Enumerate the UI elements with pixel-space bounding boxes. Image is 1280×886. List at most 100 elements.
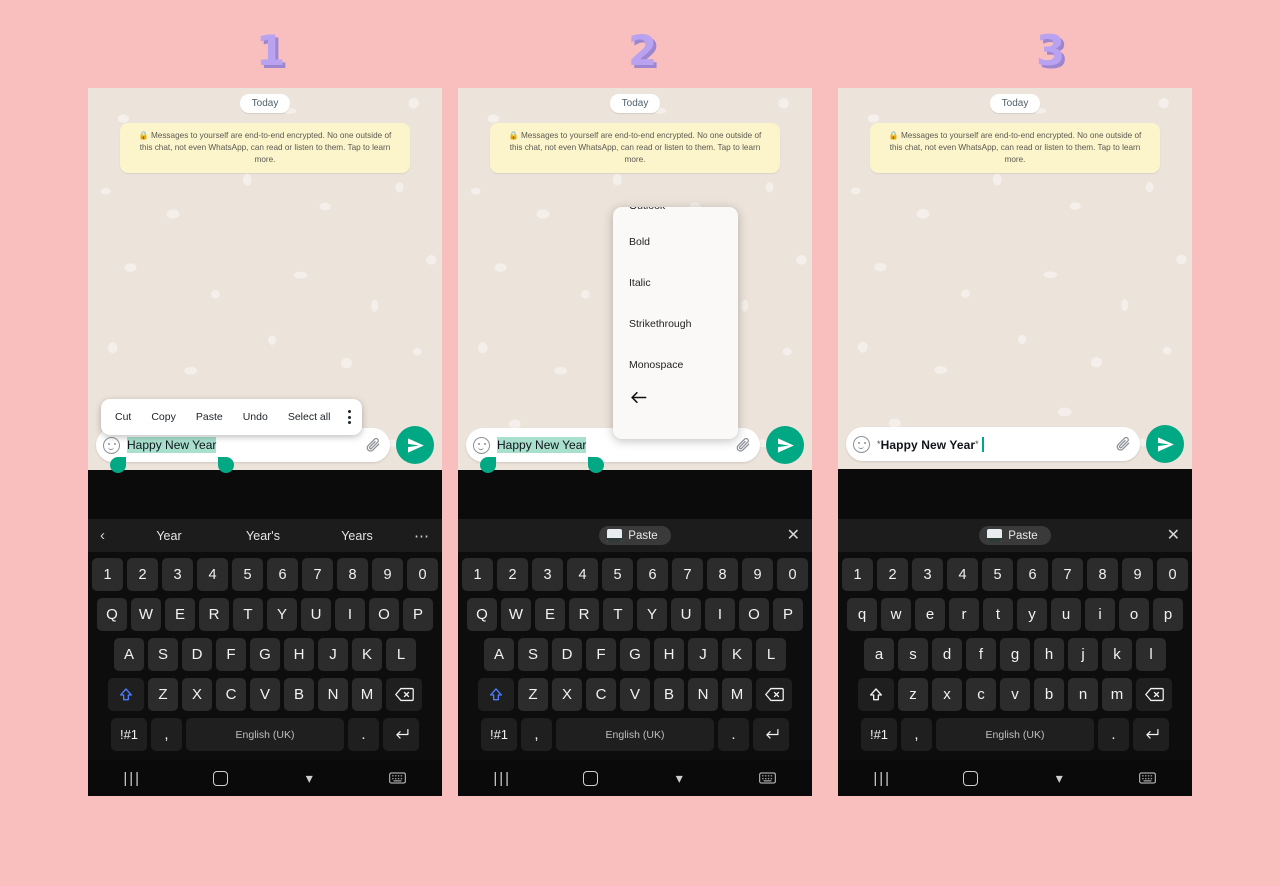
key-z[interactable]: Z: [518, 678, 548, 711]
key-i[interactable]: I: [335, 598, 365, 631]
context-menu-cut[interactable]: Cut: [105, 411, 141, 423]
format-menu-bold[interactable]: Bold: [613, 221, 738, 262]
key-9[interactable]: 9: [372, 558, 403, 591]
key-h[interactable]: H: [654, 638, 684, 671]
backspace-key[interactable]: [756, 678, 792, 711]
key-m[interactable]: M: [722, 678, 752, 711]
key-u[interactable]: u: [1051, 598, 1081, 631]
key-x[interactable]: x: [932, 678, 962, 711]
key-q[interactable]: Q: [467, 598, 497, 631]
suggestion-word-3[interactable]: Years: [310, 529, 404, 543]
selection-handle-right[interactable]: [218, 457, 234, 473]
paperclip-icon[interactable]: [364, 436, 382, 454]
key-e[interactable]: E: [165, 598, 195, 631]
key-1[interactable]: 1: [462, 558, 493, 591]
key-w[interactable]: w: [881, 598, 911, 631]
format-menu-monospace[interactable]: Monospace: [613, 344, 738, 385]
key-f[interactable]: F: [586, 638, 616, 671]
key-7[interactable]: 7: [672, 558, 703, 591]
symbols-key[interactable]: !#1: [481, 718, 517, 751]
keyboard-switch-button[interactable]: [354, 772, 443, 784]
format-menu-italic[interactable]: Italic: [613, 262, 738, 303]
period-key[interactable]: .: [1098, 718, 1129, 751]
key-b[interactable]: b: [1034, 678, 1064, 711]
key-7[interactable]: 7: [1052, 558, 1083, 591]
key-5[interactable]: 5: [982, 558, 1013, 591]
key-k[interactable]: K: [352, 638, 382, 671]
key-4[interactable]: 4: [197, 558, 228, 591]
key-r[interactable]: R: [199, 598, 229, 631]
format-menu-outlook[interactable]: Outlook: [613, 207, 738, 221]
kebab-menu-icon[interactable]: [340, 410, 358, 424]
key-n[interactable]: n: [1068, 678, 1098, 711]
spacebar-key[interactable]: English (UK): [936, 718, 1094, 751]
paste-chip-button[interactable]: Paste: [599, 526, 671, 545]
key-4[interactable]: 4: [947, 558, 978, 591]
key-b[interactable]: B: [654, 678, 684, 711]
key-0[interactable]: 0: [1157, 558, 1188, 591]
key-p[interactable]: p: [1153, 598, 1183, 631]
context-menu-paste[interactable]: Paste: [186, 411, 233, 423]
key-w[interactable]: W: [131, 598, 161, 631]
paperclip-icon[interactable]: [1114, 435, 1132, 453]
suggestion-word-1[interactable]: Year: [122, 529, 216, 543]
key-6[interactable]: 6: [1017, 558, 1048, 591]
key-y[interactable]: Y: [267, 598, 297, 631]
send-button[interactable]: [766, 426, 804, 464]
symbols-key[interactable]: !#1: [111, 718, 147, 751]
key-g[interactable]: G: [250, 638, 280, 671]
emoji-smiley-icon[interactable]: [473, 436, 490, 454]
enter-key[interactable]: [1133, 718, 1169, 751]
ellipsis-icon[interactable]: ⋯: [404, 527, 430, 545]
key-i[interactable]: i: [1085, 598, 1115, 631]
key-c[interactable]: c: [966, 678, 996, 711]
shift-key[interactable]: [858, 678, 894, 711]
key-0[interactable]: 0: [777, 558, 808, 591]
key-t[interactable]: t: [983, 598, 1013, 631]
period-key[interactable]: .: [348, 718, 379, 751]
enter-key[interactable]: [753, 718, 789, 751]
home-button[interactable]: [177, 770, 266, 786]
key-m[interactable]: m: [1102, 678, 1132, 711]
selection-handle-left[interactable]: [110, 457, 126, 473]
context-menu-undo[interactable]: Undo: [233, 411, 278, 423]
key-n[interactable]: N: [688, 678, 718, 711]
key-3[interactable]: 3: [532, 558, 563, 591]
key-z[interactable]: Z: [148, 678, 178, 711]
key-b[interactable]: B: [284, 678, 314, 711]
key-g[interactable]: G: [620, 638, 650, 671]
key-p[interactable]: P: [403, 598, 433, 631]
key-y[interactable]: y: [1017, 598, 1047, 631]
send-button[interactable]: [396, 426, 434, 464]
key-p[interactable]: P: [773, 598, 803, 631]
enter-key[interactable]: [383, 718, 419, 751]
key-x[interactable]: X: [552, 678, 582, 711]
key-g[interactable]: g: [1000, 638, 1030, 671]
key-s[interactable]: S: [518, 638, 548, 671]
key-3[interactable]: 3: [912, 558, 943, 591]
key-i[interactable]: I: [705, 598, 735, 631]
paperclip-icon[interactable]: [734, 436, 752, 454]
suggestion-word-2[interactable]: Year's: [216, 529, 310, 543]
key-u[interactable]: U: [671, 598, 701, 631]
chevron-left-icon[interactable]: ‹: [100, 527, 122, 544]
key-s[interactable]: s: [898, 638, 928, 671]
key-k[interactable]: k: [1102, 638, 1132, 671]
key-t[interactable]: T: [603, 598, 633, 631]
close-x-icon[interactable]: ✕: [787, 527, 800, 544]
key-0[interactable]: 0: [407, 558, 438, 591]
key-o[interactable]: O: [369, 598, 399, 631]
key-d[interactable]: d: [932, 638, 962, 671]
spacebar-key[interactable]: English (UK): [186, 718, 344, 751]
backspace-key[interactable]: [1136, 678, 1172, 711]
format-menu-strikethrough[interactable]: Strikethrough: [613, 303, 738, 344]
key-d[interactable]: D: [182, 638, 212, 671]
send-button[interactable]: [1146, 425, 1184, 463]
key-2[interactable]: 2: [877, 558, 908, 591]
hide-keyboard-button[interactable]: ▾: [1015, 770, 1104, 787]
comma-key[interactable]: ,: [901, 718, 932, 751]
key-l[interactable]: L: [756, 638, 786, 671]
key-l[interactable]: L: [386, 638, 416, 671]
key-a[interactable]: A: [484, 638, 514, 671]
key-v[interactable]: V: [620, 678, 650, 711]
